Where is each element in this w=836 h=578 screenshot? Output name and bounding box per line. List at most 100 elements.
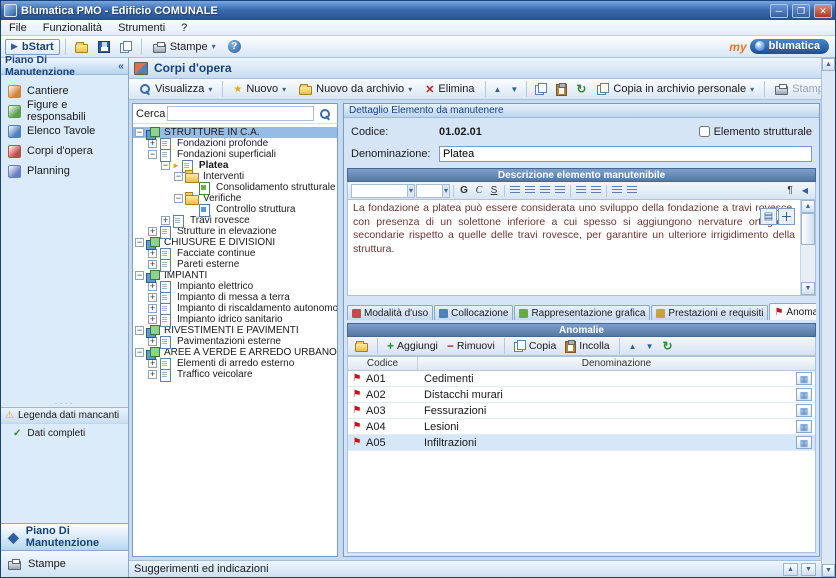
nuovo-da-archivio-button[interactable]: Nuovo da archivio ▾ xyxy=(293,81,418,97)
search-input[interactable] xyxy=(167,106,314,121)
collapse-icon[interactable]: − xyxy=(135,326,144,335)
tree-node-impianto-di-messa-a-terra[interactable]: +Impianto di messa a terra xyxy=(133,292,337,303)
tree-node-elementi-di-arredo-esterno[interactable]: +Elementi di arredo esterno xyxy=(133,358,337,369)
refresh-button[interactable]: ↻ xyxy=(572,81,590,97)
scroll-down-icon[interactable]: ▼ xyxy=(801,282,815,295)
tree-node-platea[interactable]: −►Platea xyxy=(133,160,337,171)
bullet-list-button[interactable] xyxy=(574,184,588,198)
underline-button[interactable]: S xyxy=(487,184,501,198)
rimuovi-button[interactable]: − Rimuovi xyxy=(444,339,498,353)
font-family-select[interactable]: ▾ xyxy=(351,184,415,198)
tree-node-travi-rovesce[interactable]: +Travi rovesce xyxy=(133,215,337,226)
export-button[interactable] xyxy=(116,39,136,55)
expand-icon[interactable]: + xyxy=(161,216,170,225)
expand-icon[interactable]: + xyxy=(148,293,157,302)
splitter-grip[interactable]: ···· xyxy=(1,400,128,407)
undo-button[interactable]: ◀ xyxy=(798,184,812,198)
tree-node-chiusure-e-divisioni[interactable]: −CHIUSURE E DIVISIONI xyxy=(133,237,337,248)
tab-prestazioni-e-requisiti[interactable]: Prestazioni e requisiti xyxy=(651,305,768,320)
scroll-down-icon[interactable]: ▼ xyxy=(822,564,835,577)
menu-[interactable]: ? xyxy=(173,21,195,35)
nav-piano-di-manutenzione[interactable]: ◆ Piano Di Manutenzione xyxy=(1,523,128,550)
sidebar-item-elenco-tavole[interactable]: Elenco Tavole xyxy=(1,121,128,141)
title-bar[interactable]: Blumatica PMO - Edificio COMUNALE ─ ❐ ✕ xyxy=(1,1,835,20)
save-button[interactable] xyxy=(94,39,114,55)
indent-increase-button[interactable] xyxy=(625,184,639,198)
maximize-button[interactable]: ❐ xyxy=(792,4,810,18)
tree-node-pavimentazioni-esterne[interactable]: +Pavimentazioni esterne xyxy=(133,336,337,347)
copy-button[interactable] xyxy=(531,81,551,97)
tree-node-impianti[interactable]: −IMPIANTI xyxy=(133,270,337,281)
collapse-icon[interactable]: − xyxy=(135,271,144,280)
align-left-button[interactable] xyxy=(508,184,522,198)
italic-button[interactable]: C xyxy=(472,184,486,198)
sidebar-item-planning[interactable]: Planning xyxy=(1,161,128,181)
collapse-icon[interactable]: − xyxy=(174,172,183,181)
move-up-button[interactable]: ▲ xyxy=(490,83,506,96)
status-scroll-down-button[interactable]: ▼ xyxy=(801,563,816,576)
align-right-button[interactable] xyxy=(538,184,552,198)
nuovo-button[interactable]: ★ Nuovo ▾ xyxy=(227,81,292,97)
row-detail-button[interactable]: ▦ xyxy=(796,404,812,417)
tree-node-aree-a-verde-e-arredo-urbano[interactable]: −AREE A VERDE E ARREDO URBANO xyxy=(133,347,337,358)
scroll-up-icon[interactable]: ▲ xyxy=(801,200,815,213)
tree-node-traffico-veicolare[interactable]: +Traffico veicolare xyxy=(133,369,337,380)
align-center-button[interactable] xyxy=(523,184,537,198)
main-scrollbar[interactable]: ▲ ▼ xyxy=(821,58,835,577)
column-header-codice[interactable]: Codice xyxy=(348,357,418,370)
paste-button[interactable] xyxy=(552,81,571,98)
table-row[interactable]: ⚑A01Cedimenti▦ xyxy=(348,371,815,387)
expand-icon[interactable]: + xyxy=(148,337,157,346)
row-up-button[interactable]: ▲ xyxy=(626,342,640,351)
expand-icon[interactable]: + xyxy=(148,304,157,313)
tree-node-strutture-in-elevazione[interactable]: +Strutture in elevazione xyxy=(133,226,337,237)
tree-node-strutture-in-c-a[interactable]: −STRUTTURE IN C.A. xyxy=(133,127,337,138)
open-button[interactable] xyxy=(71,39,92,55)
move-down-button[interactable]: ▼ xyxy=(506,83,522,96)
menu-file[interactable]: File xyxy=(1,21,35,35)
align-justify-button[interactable] xyxy=(553,184,567,198)
insert-page-button[interactable]: ▤ xyxy=(760,208,777,225)
tree-node-pareti-esterne[interactable]: +Pareti esterne xyxy=(133,259,337,270)
expand-icon[interactable]: + xyxy=(148,282,157,291)
expand-icon[interactable]: + xyxy=(148,139,157,148)
bstart-button[interactable]: ▶ bStart xyxy=(5,39,60,55)
tree-node-facciate-continue[interactable]: +Facciate continue xyxy=(133,248,337,259)
descrizione-scrollbar[interactable]: ▲ ▼ xyxy=(800,200,815,295)
row-down-button[interactable]: ▼ xyxy=(643,342,657,351)
stampe-button[interactable]: Stampe ▾ xyxy=(147,39,222,55)
tree-node-rivestimenti-e-pavimenti[interactable]: −RIVESTIMENTI E PAVIMENTI xyxy=(133,325,337,336)
copia-button[interactable]: Copia xyxy=(511,340,559,352)
numbered-list-button[interactable] xyxy=(589,184,603,198)
sidebar-item-figure-e-responsabili[interactable]: Figure e responsabili xyxy=(1,101,128,121)
move-handle-button[interactable] xyxy=(778,208,795,225)
row-detail-button[interactable]: ▦ xyxy=(796,372,812,385)
nav-stampe[interactable]: Stampe xyxy=(1,550,128,577)
help-button[interactable]: ? xyxy=(224,38,245,55)
row-detail-button[interactable]: ▦ xyxy=(796,420,812,433)
expand-icon[interactable]: + xyxy=(148,260,157,269)
aggiungi-button[interactable]: + Aggiungi xyxy=(384,339,441,353)
column-header-denominazione[interactable]: Denominazione xyxy=(418,357,815,370)
sidebar-item-cantiere[interactable]: Cantiere xyxy=(1,81,128,101)
denominazione-input[interactable] xyxy=(439,146,812,162)
search-button[interactable] xyxy=(316,106,334,122)
collapse-icon[interactable]: − xyxy=(135,238,144,247)
expand-icon[interactable]: + xyxy=(148,249,157,258)
expand-icon[interactable]: + xyxy=(148,359,157,368)
scroll-up-icon[interactable]: ▲ xyxy=(822,58,835,71)
tab-modalit-d-uso[interactable]: Modalità d'uso xyxy=(347,305,433,320)
refresh-rows-button[interactable]: ↻ xyxy=(659,340,675,352)
row-detail-button[interactable]: ▦ xyxy=(796,436,812,449)
collapse-icon[interactable]: − xyxy=(135,128,144,137)
menu-funzionalit[interactable]: Funzionalità xyxy=(35,21,110,35)
elimina-button[interactable]: ✕ Elimina xyxy=(419,81,480,98)
scroll-thumb[interactable] xyxy=(801,213,815,245)
collapse-icon[interactable]: − xyxy=(135,348,144,357)
collapse-icon[interactable]: − xyxy=(148,150,157,159)
elemento-strutturale-checkbox[interactable] xyxy=(699,126,710,137)
descrizione-text[interactable]: La fondazione a platea può essere consid… xyxy=(348,200,800,295)
tab-collocazione[interactable]: Collocazione xyxy=(434,305,513,320)
sidebar-item-corpi-d-opera[interactable]: Corpi d'opera xyxy=(1,141,128,161)
table-row[interactable]: ⚑A04Lesioni▦ xyxy=(348,419,815,435)
